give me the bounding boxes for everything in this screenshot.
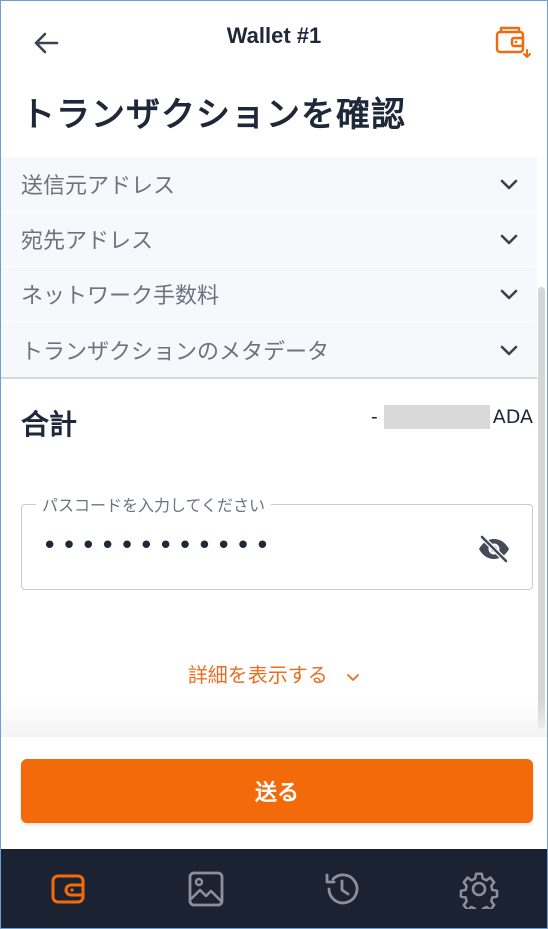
- image-icon: [188, 871, 224, 907]
- chevron-down-icon: [347, 673, 360, 681]
- accordion-network-fee[interactable]: ネットワーク手数料: [1, 267, 537, 322]
- chevron-down-icon: [500, 345, 518, 355]
- total-sign: -: [370, 406, 378, 428]
- accordion-label: トランザクションのメタデータ: [21, 339, 330, 365]
- accordion-label: 宛先アドレス: [21, 229, 154, 254]
- accordion-from-address[interactable]: 送信元アドレス: [1, 157, 537, 212]
- total-unit: ADA: [492, 406, 533, 428]
- history-icon: [325, 873, 359, 905]
- total-amount: - ADA: [371, 405, 533, 429]
- nav-history[interactable]: [312, 859, 372, 919]
- total-label: 合計: [21, 408, 78, 441]
- scroll-fade: [1, 701, 547, 737]
- nav-settings[interactable]: [449, 859, 509, 919]
- page-title: トランザクションを確認: [21, 95, 406, 135]
- show-details-label: 詳細を表示する: [187, 663, 328, 687]
- wallet-switch-icon: [495, 26, 531, 58]
- wallet-title: Wallet #1: [226, 23, 322, 48]
- passcode-input[interactable]: ••••••••••••: [42, 531, 274, 561]
- nav-nft-gallery[interactable]: [176, 859, 236, 919]
- send-button[interactable]: 送る: [21, 759, 533, 823]
- chevron-down-icon: [500, 179, 518, 190]
- redacted-amount: [383, 405, 490, 429]
- accordion-metadata[interactable]: トランザクションのメタデータ: [1, 322, 537, 377]
- bottom-navigation: [1, 849, 547, 928]
- nav-wallet[interactable]: [39, 859, 99, 919]
- chevron-down-icon: [500, 289, 518, 300]
- wallet-icon: [51, 874, 85, 904]
- show-details-link[interactable]: 詳細を表示する: [1, 659, 547, 688]
- toggle-visibility-button[interactable]: [474, 529, 514, 569]
- app-frame: Wallet #1 トランザクションを確認 送信元アドレス 宛先アドレス ネット…: [0, 0, 548, 929]
- settings-icon: [459, 872, 498, 909]
- wallet-switch-button[interactable]: [493, 21, 533, 61]
- chevron-down-icon: [500, 234, 518, 245]
- accordion-label: 送信元アドレス: [21, 174, 176, 199]
- passcode-field[interactable]: パスコードを入力してください ••••••••••••: [21, 492, 533, 590]
- accordion-label: ネットワーク手数料: [21, 284, 220, 309]
- transaction-details-accordion: 送信元アドレス 宛先アドレス ネットワーク手数料 トランザクションのメタデータ: [1, 157, 537, 379]
- app-header: Wallet #1: [1, 1, 547, 83]
- eye-off-icon: [479, 534, 509, 564]
- passcode-label: パスコードを入力してください: [36, 492, 272, 516]
- accordion-to-address[interactable]: 宛先アドレス: [1, 212, 537, 267]
